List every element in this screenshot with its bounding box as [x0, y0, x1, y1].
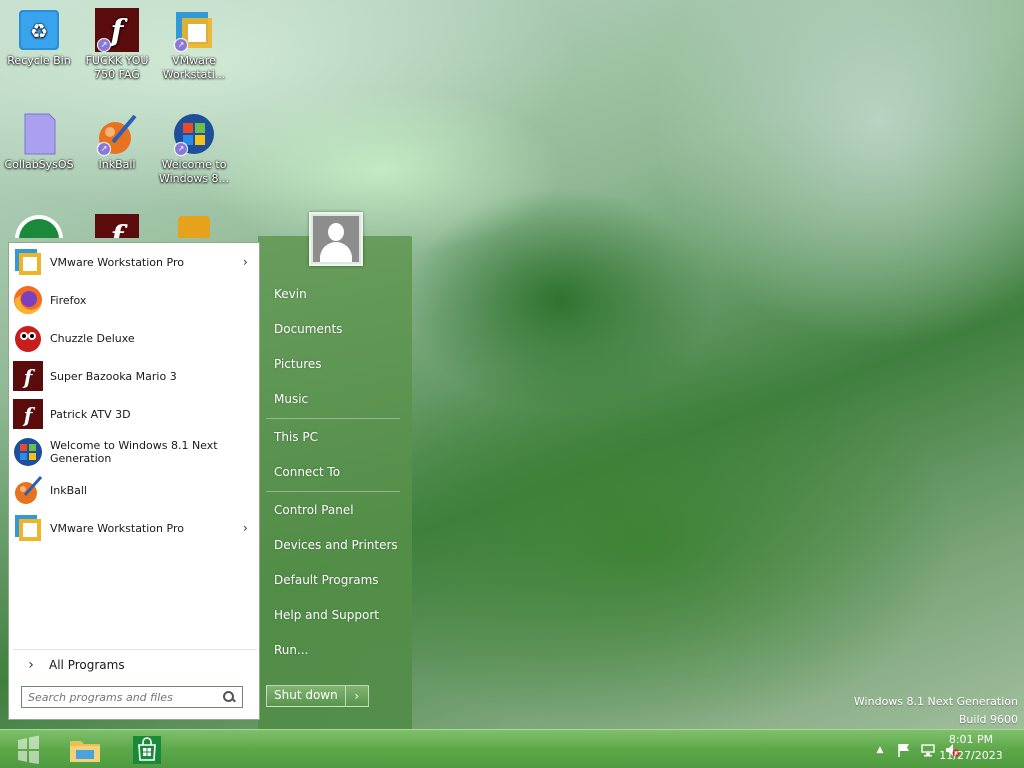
chevron-right-icon: › [243, 521, 248, 535]
program-item-vmware-2[interactable]: VMware Workstation Pro › [13, 510, 257, 546]
user-picture[interactable] [309, 212, 363, 266]
program-item-super-bazooka-mario[interactable]: f Super Bazooka Mario 3 [13, 358, 257, 394]
start-button[interactable] [12, 734, 44, 766]
vmware-icon [13, 247, 43, 277]
program-label: Patrick ATV 3D [50, 407, 131, 421]
places-separator [266, 491, 400, 492]
place-this-pc[interactable]: This PC [274, 430, 318, 444]
windows-logo-icon [13, 437, 43, 467]
desktop-icon-flash-shortcut[interactable]: f ↗ FUCKK YOU 750 FAG [80, 8, 154, 82]
desktop-icon-label: InkBall [98, 158, 136, 171]
firefox-icon [13, 285, 43, 315]
desktop-icon-label: VMware Workstati... [162, 54, 226, 81]
flash-icon: f ↗ [95, 8, 139, 52]
taskbar-file-explorer[interactable] [68, 733, 102, 766]
shutdown-button[interactable]: Shut down [267, 686, 346, 706]
taskbar: ▲ 8:01 PM 11/27/2023 [0, 729, 1024, 768]
clock-date: 11/27/2023 [939, 749, 1003, 762]
desktop-icon-inkball[interactable]: ↗ InkBall [80, 112, 154, 172]
folder-icon [70, 741, 100, 762]
start-orb-icon [18, 735, 39, 764]
place-connect-to[interactable]: Connect To [274, 465, 340, 479]
place-default-programs[interactable]: Default Programs [274, 573, 379, 587]
user-avatar-icon [313, 216, 359, 262]
program-label: VMware Workstation Pro [50, 255, 184, 269]
program-label: Super Bazooka Mario 3 [50, 369, 177, 383]
inkball-icon: ↗ [95, 112, 139, 156]
package-icon [178, 216, 210, 238]
program-label: Firefox [50, 293, 87, 307]
place-music[interactable]: Music [274, 392, 308, 406]
place-devices-printers[interactable]: Devices and Printers [274, 538, 398, 552]
shortcut-arrow-icon: ↗ [174, 38, 188, 52]
shutdown-button-group: Shut down › [266, 685, 369, 707]
chuzzle-icon [13, 323, 43, 353]
show-hidden-icons-chevron-icon[interactable]: ▲ [872, 742, 888, 758]
place-user[interactable]: Kevin [274, 287, 307, 301]
build-watermark-line2: Build 9600 [958, 713, 1018, 726]
clock-time: 8:01 PM [948, 733, 994, 746]
desktop-icon-partial-2[interactable]: f [95, 214, 139, 238]
network-icon[interactable] [920, 742, 936, 758]
place-run[interactable]: Run... [274, 643, 308, 657]
chevron-right-icon: › [28, 656, 34, 673]
shortcut-arrow-icon: ↗ [97, 38, 111, 52]
start-menu: VMware Workstation Pro › Firefox Chuzzle… [0, 236, 412, 730]
search-input[interactable] [28, 690, 222, 704]
place-pictures[interactable]: Pictures [274, 357, 322, 371]
place-control-panel[interactable]: Control Panel [274, 503, 354, 517]
program-label: Welcome to Windows 8.1 Next Generation [50, 439, 218, 465]
system-tray: ▲ 8:01 PM 11/27/2023 [824, 730, 1024, 768]
flash-icon: f [13, 399, 43, 429]
build-watermark-line1: Windows 8.1 Next Generation [853, 695, 1018, 708]
desktop-icon-partial-3[interactable] [176, 214, 212, 238]
program-item-inkball[interactable]: InkBall [13, 472, 257, 508]
program-item-vmware[interactable]: VMware Workstation Pro › [13, 244, 257, 280]
inkball-icon [13, 475, 43, 505]
file-icon [17, 112, 61, 156]
shutdown-options-chevron-icon[interactable]: › [346, 686, 368, 706]
program-item-firefox[interactable]: Firefox [13, 282, 257, 318]
desktop-icon-label: Recycle Bin [7, 54, 71, 67]
vmware-icon [13, 513, 43, 543]
place-documents[interactable]: Documents [274, 322, 342, 336]
all-programs-button[interactable]: › All Programs [13, 649, 257, 679]
program-label: VMware Workstation Pro [50, 521, 184, 535]
program-label: Chuzzle Deluxe [50, 331, 135, 345]
search-box[interactable] [21, 686, 243, 708]
store-icon [133, 736, 161, 764]
program-item-welcome[interactable]: Welcome to Windows 8.1 Next Generation [13, 434, 257, 470]
all-programs-label: All Programs [49, 657, 125, 672]
windows-logo-icon: ↗ [172, 112, 216, 156]
search-icon[interactable] [222, 690, 236, 704]
recycle-bin-icon: ♻ [17, 8, 61, 52]
desktop-icon-label: Welcome to Windows 8... [158, 158, 230, 185]
svg-text:♻: ♻ [30, 19, 48, 43]
desktop-icon-recycle-bin[interactable]: ♻ Recycle Bin [2, 8, 76, 68]
chevron-right-icon: › [243, 255, 248, 269]
taskbar-clock[interactable]: 8:01 PM 11/27/2023 [936, 732, 1006, 764]
vmware-icon: ↗ [172, 8, 216, 52]
desktop-icon-label: CollabSysOS [4, 158, 74, 171]
desktop-icon-vmware[interactable]: ↗ VMware Workstati... [157, 8, 231, 82]
flash-icon: f [95, 214, 139, 238]
places-separator [266, 418, 400, 419]
program-label: InkBall [50, 483, 87, 497]
action-center-flag-icon[interactable] [896, 742, 912, 758]
start-menu-programs-panel: VMware Workstation Pro › Firefox Chuzzle… [8, 242, 260, 720]
desktop-icon-collabsysos[interactable]: CollabSysOS [2, 112, 76, 172]
utorrent-icon [15, 215, 63, 238]
desktop-icon-welcome[interactable]: ↗ Welcome to Windows 8... [157, 112, 231, 186]
desktop-icon-label: FUCKK YOU 750 FAG [85, 54, 149, 81]
program-item-patrick-atv[interactable]: f Patrick ATV 3D [13, 396, 257, 432]
shortcut-arrow-icon: ↗ [174, 142, 188, 156]
flash-icon: f [13, 361, 43, 391]
place-help-support[interactable]: Help and Support [274, 608, 379, 622]
desktop-icon-partial-1[interactable] [14, 214, 64, 238]
program-item-chuzzle[interactable]: Chuzzle Deluxe [13, 320, 257, 356]
taskbar-store[interactable] [130, 733, 164, 766]
shortcut-arrow-icon: ↗ [97, 142, 111, 156]
